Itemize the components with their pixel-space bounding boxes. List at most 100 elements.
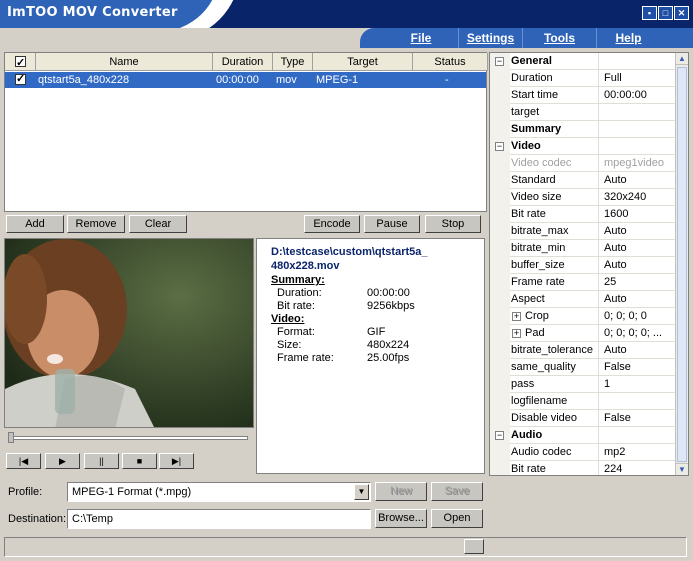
property-row[interactable]: bitrate_min Auto xyxy=(490,240,676,257)
property-row[interactable]: Frame rate 25 xyxy=(490,274,676,291)
property-value[interactable]: Auto xyxy=(601,291,676,307)
property-value[interactable] xyxy=(601,138,676,154)
property-value[interactable]: 1 xyxy=(601,376,676,392)
property-value[interactable]: 320x240 xyxy=(601,189,676,205)
forward-icon[interactable]: ▶| xyxy=(159,453,194,469)
property-value[interactable]: 00:00:00 xyxy=(601,87,676,103)
destination-input[interactable]: C:\Temp xyxy=(67,509,371,529)
maximize-button[interactable]: □ xyxy=(658,6,673,20)
property-row[interactable]: same_quality False xyxy=(490,359,676,376)
property-gutter xyxy=(490,172,510,189)
property-value[interactable]: mp2 xyxy=(601,444,676,460)
property-row[interactable]: Crop +0; 0; 0; 0 xyxy=(490,308,676,325)
property-row[interactable]: − Audio xyxy=(490,427,676,444)
property-row[interactable]: Standard Auto xyxy=(490,172,676,189)
property-row[interactable]: Audio codec mp2 xyxy=(490,444,676,461)
menu-file[interactable]: File xyxy=(384,28,458,48)
save-profile-button[interactable]: Save xyxy=(431,482,483,501)
property-value[interactable] xyxy=(601,393,676,409)
property-value[interactable]: Auto xyxy=(601,172,676,188)
property-row[interactable]: pass 1 xyxy=(490,376,676,393)
property-row[interactable]: bitrate_max Auto xyxy=(490,223,676,240)
property-row[interactable]: Summary xyxy=(490,121,676,138)
property-value[interactable]: 224 xyxy=(601,461,676,475)
stop-button[interactable]: Stop xyxy=(425,215,481,233)
property-row[interactable]: Bit rate 224 xyxy=(490,461,676,475)
property-row[interactable]: − General xyxy=(490,53,676,70)
property-row[interactable]: buffer_size Auto xyxy=(490,257,676,274)
header-select-all[interactable] xyxy=(5,53,36,72)
property-row[interactable]: Disable video False xyxy=(490,410,676,427)
pause-icon[interactable]: || xyxy=(84,453,119,469)
open-button[interactable]: Open xyxy=(431,509,483,528)
property-value[interactable]: mpeg1video xyxy=(601,155,676,171)
seek-bar[interactable] xyxy=(8,436,248,440)
pause-button[interactable]: Pause xyxy=(364,215,420,233)
scroll-up-arrow-icon[interactable]: ▲ xyxy=(676,53,688,65)
clear-button[interactable]: Clear xyxy=(129,215,187,233)
property-value[interactable]: Auto xyxy=(601,223,676,239)
property-value[interactable] xyxy=(601,121,676,137)
property-row[interactable]: Video size 320x240 xyxy=(490,189,676,206)
property-row[interactable]: − Video xyxy=(490,138,676,155)
encode-button[interactable]: Encode xyxy=(304,215,360,233)
remove-button[interactable]: Remove xyxy=(67,215,125,233)
collapse-icon[interactable]: − xyxy=(495,431,504,440)
expand-icon[interactable]: + xyxy=(512,329,521,338)
property-name: Video codec xyxy=(510,155,599,171)
column-header-target[interactable]: Target xyxy=(313,53,413,71)
property-row[interactable]: Start time 00:00:00 xyxy=(490,87,676,104)
collapse-icon[interactable]: − xyxy=(495,142,504,151)
property-row[interactable]: Video codec mpeg1video xyxy=(490,155,676,172)
file-list[interactable]: Name Duration Type Target Status qtstart… xyxy=(4,52,488,212)
select-all-checkbox[interactable] xyxy=(15,54,26,72)
profile-select[interactable]: MPEG-1 Format (*.mpg) ▼ xyxy=(67,482,371,502)
property-value[interactable]: 25 xyxy=(601,274,676,290)
seek-handle[interactable] xyxy=(8,432,14,443)
new-profile-button[interactable]: New xyxy=(375,482,427,501)
minimize-button[interactable]: ▪ xyxy=(642,6,657,20)
stop-icon[interactable]: ■ xyxy=(122,453,157,469)
expand-icon[interactable]: + xyxy=(512,312,521,321)
property-scrollbar[interactable]: ▲ ▼ xyxy=(675,53,688,475)
property-value[interactable]: 0; 0; 0; 0; ... xyxy=(601,325,676,341)
property-value[interactable] xyxy=(601,104,676,120)
play-icon[interactable]: ▶ xyxy=(45,453,80,469)
scroll-down-arrow-icon[interactable]: ▼ xyxy=(676,463,688,475)
property-value[interactable]: 0; 0; 0; 0 xyxy=(601,308,676,324)
property-row[interactable]: logfilename xyxy=(490,393,676,410)
property-row[interactable]: Aspect Auto xyxy=(490,291,676,308)
row-checkbox[interactable] xyxy=(15,72,26,85)
property-row[interactable]: Bit rate 1600 xyxy=(490,206,676,223)
chevron-down-icon[interactable]: ▼ xyxy=(354,484,369,500)
collapse-icon[interactable]: − xyxy=(495,57,504,66)
property-row[interactable]: Pad +0; 0; 0; 0; ... xyxy=(490,325,676,342)
column-header-type[interactable]: Type xyxy=(273,53,313,71)
property-row[interactable]: bitrate_tolerance Auto xyxy=(490,342,676,359)
property-value[interactable]: Auto xyxy=(601,257,676,273)
menu-help[interactable]: Help xyxy=(596,28,660,48)
property-value[interactable]: False xyxy=(601,410,676,426)
menu-tools[interactable]: Tools xyxy=(522,28,596,48)
property-value[interactable]: Full xyxy=(601,70,676,86)
status-toggle-button[interactable] xyxy=(464,539,484,554)
property-value[interactable] xyxy=(601,427,676,443)
property-grid[interactable]: − General Duration Full Start time 00:00:00 ta… xyxy=(489,52,689,476)
property-row[interactable]: target xyxy=(490,104,676,121)
property-value[interactable]: False xyxy=(601,359,676,375)
property-value[interactable]: 1600 xyxy=(601,206,676,222)
menu-settings[interactable]: Settings xyxy=(458,28,522,48)
close-button[interactable]: ✕ xyxy=(674,6,689,20)
property-value[interactable]: Auto xyxy=(601,342,676,358)
table-row[interactable]: qtstart5a_480x228 00:00:00 mov MPEG-1 - xyxy=(5,72,486,88)
rewind-icon[interactable]: |◀ xyxy=(6,453,41,469)
column-header-duration[interactable]: Duration xyxy=(213,53,273,71)
scroll-thumb[interactable] xyxy=(677,67,687,462)
property-value[interactable] xyxy=(601,53,676,69)
add-button[interactable]: Add xyxy=(6,215,64,233)
property-row[interactable]: Duration Full xyxy=(490,70,676,87)
property-value[interactable]: Auto xyxy=(601,240,676,256)
browse-button[interactable]: Browse... xyxy=(375,509,427,528)
column-header-status[interactable]: Status xyxy=(413,53,488,71)
column-header-name[interactable]: Name xyxy=(36,53,213,71)
